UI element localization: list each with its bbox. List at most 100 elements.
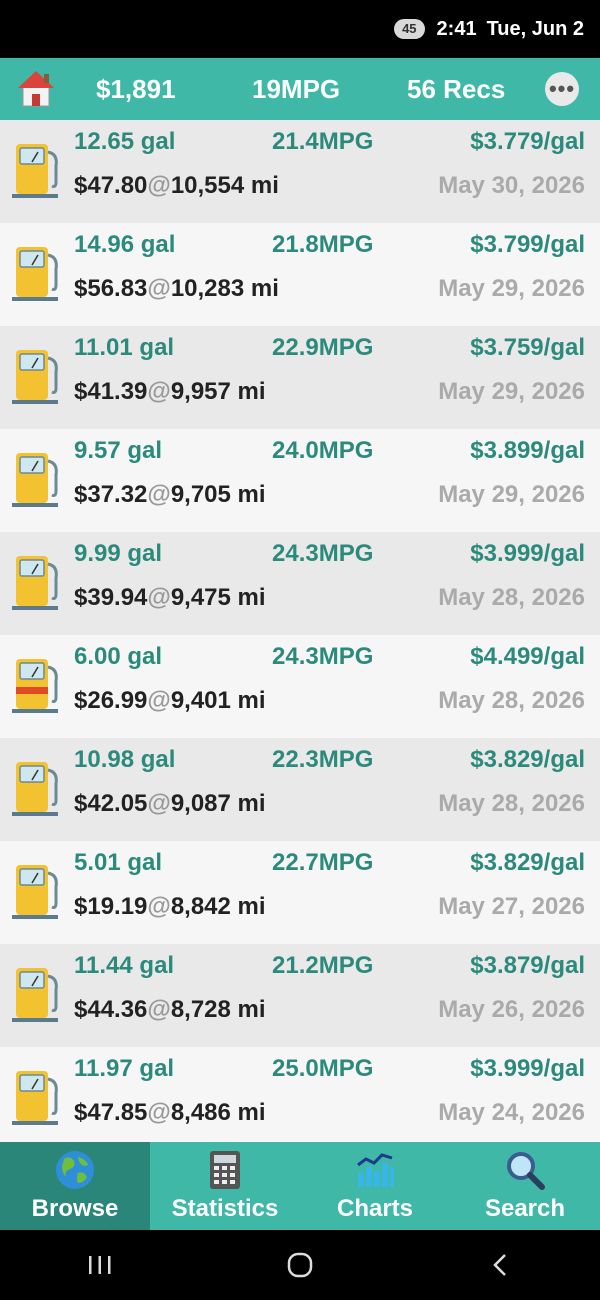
nav-search-label: Search: [484, 1195, 566, 1222]
recent-apps-icon: [89, 1256, 111, 1274]
system-nav-bar: [0, 1230, 600, 1300]
record-date: May 27, 2026: [438, 893, 585, 920]
fuel-pump-icon: [12, 1071, 58, 1125]
fuel-record-row[interactable]: 11.97 gal 25.0MPG $3.999/gal $47.85@8,48…: [0, 1047, 600, 1142]
record-gallons: 5.01 gal: [74, 849, 163, 876]
header-record-count: 56 Recs: [407, 74, 506, 104]
record-mpg: 21.4MPG: [272, 128, 374, 155]
record-price-per-gallon: $3.879/gal: [470, 952, 585, 979]
fuel-record-row[interactable]: 9.57 gal 24.0MPG $3.899/gal $37.32@9,705…: [0, 429, 600, 532]
app-header: $1,891 19MPG 56 Recs •••: [0, 58, 600, 120]
status-bar: 45 2:41 Tue, Jun 2: [0, 0, 600, 58]
at-symbol: @: [147, 687, 171, 714]
bar-chart-icon: [357, 1153, 394, 1187]
record-gallons: 12.65 gal: [74, 128, 176, 155]
fuel-record-row[interactable]: 12.65 gal 21.4MPG $3.779/gal $47.80@10,5…: [0, 120, 600, 223]
at-symbol: @: [147, 996, 171, 1023]
at-symbol: @: [147, 893, 171, 920]
record-mpg: 22.9MPG: [272, 334, 374, 361]
record-date: May 28, 2026: [438, 790, 585, 817]
home-button[interactable]: [280, 1245, 320, 1285]
fuel-record-row[interactable]: 14.96 gal 21.8MPG $3.799/gal $56.83@10,2…: [0, 223, 600, 326]
nav-statistics-label: Statistics: [171, 1195, 279, 1222]
record-gallons: 11.44 gal: [74, 952, 175, 979]
record-mpg: 24.3MPG: [272, 643, 374, 670]
record-date: May 26, 2026: [438, 996, 585, 1023]
record-cost-odometer: $41.39@9,957 mi: [74, 378, 266, 406]
calculator-icon: [210, 1151, 240, 1189]
more-dots-icon: •••: [548, 76, 576, 101]
status-time: 2:41: [436, 17, 477, 40]
record-mpg: 21.2MPG: [272, 952, 374, 979]
nav-search[interactable]: Search: [450, 1142, 600, 1230]
fuel-record-row[interactable]: 9.99 gal 24.3MPG $3.999/gal $39.94@9,475…: [0, 532, 600, 635]
record-odometer: 8,842 mi: [170, 893, 266, 920]
recent-apps-button[interactable]: [80, 1245, 120, 1285]
back-chevron-icon: [493, 1254, 506, 1276]
record-gallons: 9.57 gal: [74, 437, 163, 464]
record-price-per-gallon: $3.899/gal: [470, 437, 585, 464]
record-cost: $47.80: [74, 172, 148, 199]
record-mpg: 24.0MPG: [272, 437, 374, 464]
nav-statistics[interactable]: Statistics: [150, 1142, 300, 1230]
fuel-pump-icon: [12, 865, 58, 919]
record-price-per-gallon: $3.799/gal: [470, 231, 585, 258]
record-date: May 24, 2026: [438, 1099, 585, 1126]
record-price-per-gallon: $3.759/gal: [470, 334, 585, 361]
magnifier-icon: [507, 1152, 545, 1190]
record-cost-odometer: $44.36@8,728 mi: [74, 996, 266, 1024]
record-cost: $42.05: [74, 790, 148, 817]
record-price-per-gallon: $3.779/gal: [470, 128, 585, 155]
record-cost: $19.19: [74, 893, 148, 920]
at-symbol: @: [147, 275, 171, 302]
home-icon[interactable]: [14, 66, 58, 110]
at-symbol: @: [147, 584, 171, 611]
record-cost: $44.36: [74, 996, 148, 1023]
record-cost-odometer: $19.19@8,842 mi: [74, 893, 266, 921]
record-gallons: 11.01 gal: [74, 334, 175, 361]
record-gallons: 9.99 gal: [74, 540, 163, 567]
record-odometer: 10,554 mi: [170, 172, 279, 199]
record-odometer: 9,957 mi: [170, 378, 266, 405]
record-odometer: 9,087 mi: [170, 790, 266, 817]
record-cost: $56.83: [74, 275, 148, 302]
fuel-pump-icon: [12, 556, 58, 610]
header-avg-mpg: 19MPG: [252, 74, 341, 104]
fuel-pump-icon: [12, 247, 58, 301]
fuel-record-row[interactable]: 5.01 gal 22.7MPG $3.829/gal $19.19@8,842…: [0, 841, 600, 944]
record-cost: $47.85: [74, 1099, 148, 1126]
fuel-record-row[interactable]: 6.00 gal 24.3MPG $4.499/gal $26.99@9,401…: [0, 635, 600, 738]
back-button[interactable]: [480, 1245, 520, 1285]
record-odometer: 10,283 mi: [170, 275, 279, 302]
record-cost-odometer: $26.99@9,401 mi: [74, 687, 266, 715]
record-odometer: 9,705 mi: [170, 481, 266, 508]
nav-browse[interactable]: Browse: [0, 1142, 150, 1230]
at-symbol: @: [147, 790, 171, 817]
nav-charts[interactable]: Charts: [300, 1142, 450, 1230]
fuel-record-row[interactable]: 11.01 gal 22.9MPG $3.759/gal $41.39@9,95…: [0, 326, 600, 429]
at-symbol: @: [147, 172, 171, 199]
at-symbol: @: [147, 378, 171, 405]
record-date: May 29, 2026: [438, 481, 585, 508]
record-cost-odometer: $37.32@9,705 mi: [74, 481, 266, 509]
record-mpg: 24.3MPG: [272, 540, 374, 567]
record-gallons: 11.97 gal: [74, 1055, 175, 1082]
fuel-record-row[interactable]: 10.98 gal 22.3MPG $3.829/gal $42.05@9,08…: [0, 738, 600, 841]
record-gallons: 10.98 gal: [74, 746, 176, 773]
fuel-pump-icon: [12, 453, 58, 507]
fuel-pump-icon: [12, 762, 58, 816]
fuel-record-row[interactable]: 11.44 gal 21.2MPG $3.879/gal $44.36@8,72…: [0, 944, 600, 1047]
globe-icon: [56, 1151, 94, 1189]
fuel-pump-icon: [12, 350, 58, 404]
record-price-per-gallon: $4.499/gal: [470, 643, 585, 670]
record-odometer: 8,486 mi: [170, 1099, 266, 1126]
status-date: Tue, Jun 2: [486, 17, 584, 40]
at-symbol: @: [147, 1099, 171, 1126]
at-symbol: @: [147, 481, 171, 508]
record-gallons: 14.96 gal: [74, 231, 176, 258]
record-cost-odometer: $47.80@10,554 mi: [74, 172, 279, 200]
nav-charts-label: Charts: [336, 1195, 414, 1222]
header-total-cost: $1,891: [96, 74, 176, 104]
more-options-button[interactable]: •••: [545, 72, 579, 106]
fuel-records-list[interactable]: 12.65 gal 21.4MPG $3.779/gal $47.80@10,5…: [0, 120, 600, 1142]
